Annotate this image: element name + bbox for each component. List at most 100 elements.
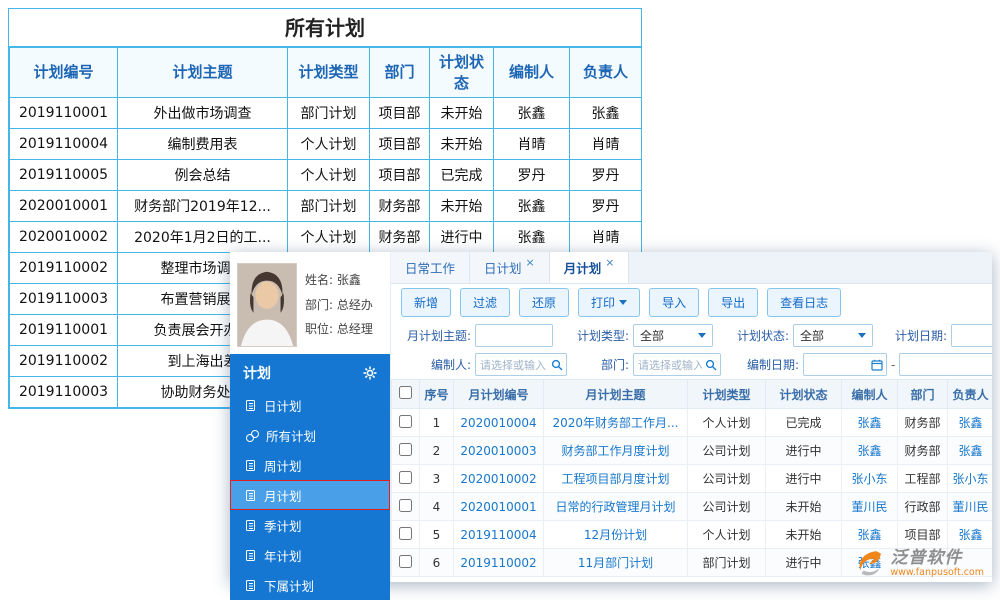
compile-date-to-input[interactable]: [899, 353, 992, 376]
plan-id: 2019110002: [10, 346, 118, 377]
row-checkbox[interactable]: [399, 527, 412, 540]
column-header: 计划类型: [288, 48, 370, 98]
sidebar-item[interactable]: 季计划: [230, 510, 390, 540]
table-row: 2019110001外出做市场调查部门计划项目部未开始张鑫张鑫: [10, 98, 642, 129]
row-select: [392, 493, 420, 521]
compile-date-filter-label: 编制日期:: [733, 356, 799, 373]
plan-id: 2020010002: [10, 222, 118, 253]
toolbar-button[interactable]: 新增: [401, 288, 451, 317]
toolbar-button[interactable]: 导入: [649, 288, 699, 317]
close-icon[interactable]: ×: [526, 256, 535, 269]
plan-subject[interactable]: 12月份计划: [544, 521, 688, 549]
compiler: 张鑫: [494, 98, 570, 129]
department: 行政部: [898, 493, 948, 521]
plan-subject[interactable]: 财务部工作月度计划: [544, 437, 688, 465]
gear-icon[interactable]: [363, 366, 377, 380]
table-row: 120200100042020年财务部工作月...个人计划已完成张鑫财务部张鑫: [392, 409, 993, 437]
compiler[interactable]: 董川民: [842, 493, 898, 521]
plan-date-input[interactable]: [951, 324, 992, 347]
table-row: 5201911000412月份计划个人计划未开始张鑫项目部张鑫: [392, 521, 993, 549]
owner[interactable]: 张鑫: [948, 409, 993, 437]
sidebar-item-label: 月计划: [264, 486, 302, 505]
plan-id: 2019110003: [10, 284, 118, 315]
compiler[interactable]: 张小东: [842, 465, 898, 493]
owner[interactable]: 董川民: [948, 493, 993, 521]
table-row: 20200100022020年1月2日的工...个人计划财务部进行中张鑫肖晴: [10, 222, 642, 253]
toolbar-button[interactable]: 打印: [578, 288, 640, 317]
page-title: 所有计划: [9, 9, 641, 47]
row-checkbox[interactable]: [399, 499, 412, 512]
doc-icon: [246, 550, 255, 561]
compiler: 肖晴: [494, 129, 570, 160]
plan-type: 公司计划: [688, 437, 766, 465]
serial: 5: [420, 521, 454, 549]
plan-type: 个人计划: [288, 129, 370, 160]
plan-id[interactable]: 2019110002: [454, 549, 544, 577]
compiler: 张鑫: [494, 222, 570, 253]
plan-subject[interactable]: 日常的行政管理月计划: [544, 493, 688, 521]
compiler[interactable]: 张鑫: [842, 521, 898, 549]
compiler[interactable]: 张鑫: [842, 437, 898, 465]
plan-id[interactable]: 2020010003: [454, 437, 544, 465]
sidebar-item-label: 所有计划: [266, 426, 316, 445]
owner: 罗丹: [570, 160, 642, 191]
tab[interactable]: 日计划×: [470, 252, 550, 283]
row-checkbox[interactable]: [399, 415, 412, 428]
plan-id[interactable]: 2020010001: [454, 493, 544, 521]
monthly-plan-window: 姓名: 张鑫 部门: 总经办 职位: 总经理 计划: [230, 252, 992, 582]
sidebar-item[interactable]: 下属计划: [230, 570, 390, 600]
profile-info: 姓名: 张鑫 部门: 总经办 职位: 总经理: [305, 263, 373, 347]
select-all-checkbox[interactable]: [399, 386, 412, 399]
tab[interactable]: 月计划×: [550, 252, 630, 283]
plan-subject[interactable]: 11月部门计划: [544, 549, 688, 577]
column-header: 负责人: [948, 380, 993, 409]
plan-subject[interactable]: 工程项目部月度计划: [544, 465, 688, 493]
department: 财务部: [370, 222, 430, 253]
dept-input[interactable]: [633, 353, 721, 376]
plan-id: 2019110004: [10, 129, 118, 160]
sidebar-item[interactable]: 日计划: [230, 390, 390, 420]
sidebar-item[interactable]: 月计划: [230, 480, 390, 510]
row-checkbox[interactable]: [399, 555, 412, 568]
plan-id: 2019110001: [10, 98, 118, 129]
plan-subject[interactable]: 2020年财务部工作月...: [544, 409, 688, 437]
sidebar: 计划 日计划所有计划周计划月计划季计划年计划: [230, 354, 390, 600]
row-select: [392, 437, 420, 465]
dept-input-wrap: [633, 353, 721, 376]
compile-date-from-input[interactable]: [803, 353, 887, 376]
compiler-input[interactable]: [475, 353, 567, 376]
subject-input-wrap: [475, 324, 553, 347]
column-header: 月计划编号: [454, 380, 544, 409]
owner[interactable]: 张鑫: [948, 437, 993, 465]
plan-type-select[interactable]: 全部: [633, 324, 713, 347]
owner[interactable]: 张鑫: [948, 521, 993, 549]
toolbar-button[interactable]: 过滤: [460, 288, 510, 317]
toolbar-button[interactable]: 还原: [519, 288, 569, 317]
row-select: [392, 521, 420, 549]
department: 工程部: [898, 465, 948, 493]
plan-id[interactable]: 2019110004: [454, 521, 544, 549]
sidebar-item-label: 周计划: [264, 456, 302, 475]
column-header: 部门: [898, 380, 948, 409]
sidebar-item[interactable]: 周计划: [230, 450, 390, 480]
subject-input[interactable]: [475, 324, 553, 347]
row-checkbox[interactable]: [399, 471, 412, 484]
plan-id[interactable]: 2020010004: [454, 409, 544, 437]
sidebar-item[interactable]: 所有计划: [230, 420, 390, 450]
column-header: 编制人: [842, 380, 898, 409]
sidebar-item[interactable]: 年计划: [230, 540, 390, 570]
toolbar-button-label: 导入: [662, 294, 686, 311]
plan-status-select[interactable]: 全部: [793, 324, 873, 347]
tab[interactable]: 日常工作: [391, 252, 470, 283]
plan-status: 进行中: [430, 222, 494, 253]
plan-type: 个人计划: [688, 409, 766, 437]
compiler[interactable]: 张鑫: [842, 409, 898, 437]
toolbar-button[interactable]: 导出: [708, 288, 758, 317]
owner[interactable]: 张小东: [948, 465, 993, 493]
plan-id[interactable]: 2020010002: [454, 465, 544, 493]
column-header: 负责人: [570, 48, 642, 98]
toolbar-button[interactable]: 查看日志: [767, 288, 841, 317]
row-checkbox[interactable]: [399, 443, 412, 456]
close-icon[interactable]: ×: [605, 256, 614, 269]
column-header: 序号: [420, 380, 454, 409]
